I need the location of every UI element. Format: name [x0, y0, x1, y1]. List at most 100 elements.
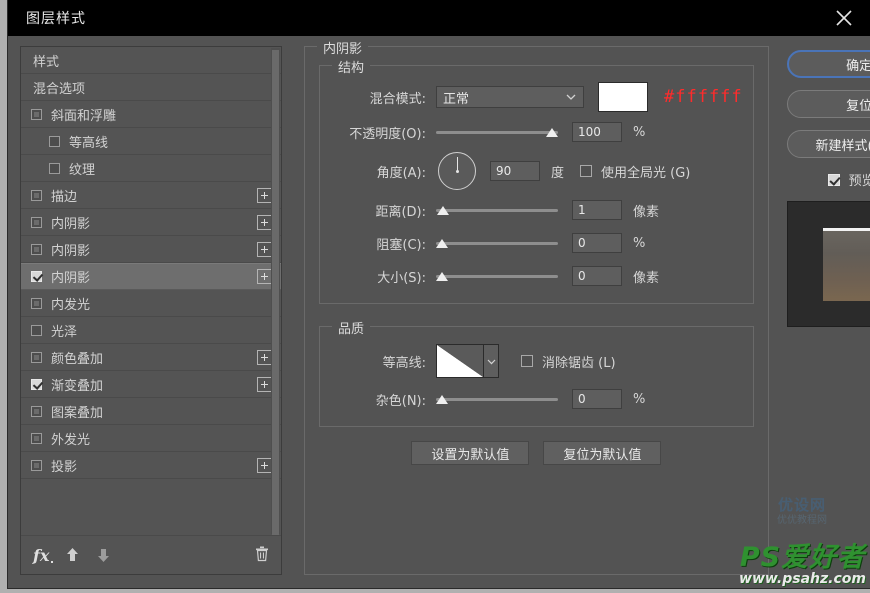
- contour-row: 等高线: 消除锯齿 (L): [330, 343, 743, 379]
- angle-row: 角度(A): 90 度 使用全局光 (G): [330, 152, 743, 190]
- slider-knob[interactable]: [436, 272, 448, 281]
- sidebar-item-color-overlay[interactable]: 颜色叠加: [21, 344, 281, 371]
- style-list-scrollbar[interactable]: [271, 48, 280, 535]
- anti-alias-checkbox[interactable]: [521, 355, 533, 367]
- reset-button[interactable]: 复位: [786, 90, 870, 118]
- angle-label: 角度(A):: [376, 165, 426, 181]
- use-global-light-checkbox[interactable]: [580, 165, 593, 177]
- set-default-button[interactable]: 设置为默认值: [411, 441, 530, 465]
- opacity-input[interactable]: 100: [572, 122, 622, 142]
- slider-track: [436, 131, 558, 134]
- contour-dropdown-toggle[interactable]: [484, 344, 499, 378]
- ok-button[interactable]: 确定: [786, 50, 870, 78]
- trash-icon[interactable]: [255, 546, 269, 565]
- style-list-scroll: 样式 混合选项 斜面和浮雕 等高线 纹理 描边 内阴影 内阴影 内阴影 内发光 …: [21, 47, 281, 535]
- sidebar-item-stroke[interactable]: 描边: [21, 182, 281, 209]
- sidebar-item-texture[interactable]: 纹理: [21, 155, 281, 182]
- choke-input[interactable]: 0: [572, 233, 622, 253]
- effect-checkbox[interactable]: [31, 324, 42, 336]
- new-style-button[interactable]: 新建样式(W)...: [786, 130, 870, 158]
- effect-checkbox[interactable]: [31, 271, 42, 282]
- angle-hub: [456, 170, 459, 173]
- sidebar-item-styles[interactable]: 样式: [21, 47, 281, 74]
- sidebar-item-inner-shadow-3-selected[interactable]: 内阴影: [21, 263, 281, 290]
- add-effect-icon[interactable]: [257, 187, 272, 203]
- style-list-item-label: 内阴影: [51, 243, 91, 259]
- add-effect-icon[interactable]: [257, 457, 272, 473]
- effect-checkbox[interactable]: [31, 432, 42, 444]
- sidebar-item-satin[interactable]: 光泽: [21, 317, 281, 344]
- effect-checkbox[interactable]: [31, 297, 42, 309]
- effect-checkbox[interactable]: [31, 243, 42, 255]
- effect-checkbox[interactable]: [31, 405, 42, 417]
- style-list-item-label: 图案叠加: [51, 405, 104, 421]
- screen-root: 图层样式 样式 混合选项 斜面和浮雕 等高线 纹理 描边 内阴影 内阴影 内阴影…: [0, 0, 870, 593]
- contour-preview[interactable]: [436, 344, 484, 378]
- inner-shadow-panel: 内阴影 结构 混合模式: 正常 #ffffff 不透明度(O): 100 % 角…: [304, 38, 769, 575]
- angle-dial[interactable]: [438, 152, 476, 190]
- distance-slider[interactable]: [436, 202, 558, 218]
- preview-checkbox[interactable]: [827, 173, 840, 186]
- style-list-item-label: 渐变叠加: [51, 378, 104, 394]
- add-effect-icon[interactable]: [257, 241, 272, 257]
- sidebar-item-contour[interactable]: 等高线: [21, 128, 281, 155]
- reset-default-button[interactable]: 复位为默认值: [543, 441, 662, 465]
- size-slider[interactable]: [436, 268, 558, 284]
- preview-label: 预览(V): [848, 174, 870, 189]
- style-list-item-label: 投影: [51, 459, 78, 475]
- sidebar-item-inner-shadow-1[interactable]: 内阴影: [21, 209, 281, 236]
- size-row: 大小(S): 0 像素: [330, 263, 743, 289]
- sidebar-item-inner-glow[interactable]: 内发光: [21, 290, 281, 317]
- sidebar-item-inner-shadow-2[interactable]: 内阴影: [21, 236, 281, 263]
- slider-knob[interactable]: [436, 395, 448, 404]
- effect-checkbox[interactable]: [31, 378, 42, 390]
- slider-knob[interactable]: [546, 128, 558, 137]
- blend-mode-row: 混合模式: 正常 #ffffff: [330, 82, 743, 112]
- size-input[interactable]: 0: [572, 266, 622, 286]
- effect-checkbox[interactable]: [49, 162, 60, 174]
- options-column: 内阴影 结构 混合模式: 正常 #ffffff 不透明度(O): 100 % 角…: [304, 38, 769, 576]
- preview-toggle[interactable]: 预览(V): [787, 170, 870, 189]
- sidebar-item-outer-glow[interactable]: 外发光: [21, 425, 281, 452]
- style-list-item-label: 混合选项: [33, 81, 86, 97]
- choke-slider[interactable]: [436, 235, 558, 251]
- sidebar-item-bevel-emboss[interactable]: 斜面和浮雕: [21, 101, 281, 128]
- add-effect-icon[interactable]: [257, 269, 272, 284]
- blend-mode-select[interactable]: 正常: [436, 86, 584, 108]
- slider-knob[interactable]: [436, 239, 448, 248]
- add-effect-icon[interactable]: [257, 214, 272, 230]
- effect-checkbox[interactable]: [31, 459, 42, 471]
- add-effect-icon[interactable]: [257, 349, 272, 365]
- sidebar-item-gradient-overlay[interactable]: 渐变叠加: [21, 371, 281, 398]
- slider-track: [436, 275, 558, 278]
- opacity-slider[interactable]: [436, 124, 558, 140]
- effect-checkbox[interactable]: [49, 135, 60, 147]
- quality-section: 品质 等高线: 消除锯齿 (L) 杂色(N): 0 %: [319, 318, 754, 427]
- effect-checkbox[interactable]: [31, 216, 42, 228]
- effect-checkbox[interactable]: [31, 189, 42, 201]
- arrow-up-icon[interactable]: [65, 547, 80, 563]
- effect-checkbox[interactable]: [31, 351, 42, 363]
- shadow-color-swatch[interactable]: [598, 82, 648, 112]
- noise-label: 杂色(N):: [375, 393, 426, 409]
- close-icon[interactable]: [818, 0, 870, 36]
- panel-title: 内阴影: [317, 38, 369, 57]
- slider-knob[interactable]: [437, 206, 449, 215]
- scrollbar-thumb[interactable]: [272, 50, 279, 535]
- angle-input[interactable]: 90: [490, 161, 540, 181]
- sidebar-item-blending-options[interactable]: 混合选项: [21, 74, 281, 101]
- layer-style-dialog: 图层样式 样式 混合选项 斜面和浮雕 等高线 纹理 描边 内阴影 内阴影 内阴影…: [8, 0, 870, 588]
- noise-input[interactable]: 0: [572, 389, 622, 409]
- style-list-column: 样式 混合选项 斜面和浮雕 等高线 纹理 描边 内阴影 内阴影 内阴影 内发光 …: [20, 46, 282, 576]
- size-label: 大小(S):: [377, 270, 426, 286]
- arrow-down-icon[interactable]: [96, 547, 111, 563]
- noise-slider[interactable]: [436, 391, 558, 407]
- distance-input[interactable]: 1: [572, 200, 622, 220]
- use-global-light-label: 使用全局光 (G): [601, 165, 691, 181]
- effect-checkbox[interactable]: [31, 108, 42, 120]
- sidebar-item-drop-shadow[interactable]: 投影: [21, 452, 281, 479]
- fx-icon[interactable]: fx: [33, 546, 54, 565]
- opacity-label: 不透明度(O):: [349, 126, 426, 142]
- add-effect-icon[interactable]: [257, 376, 272, 392]
- sidebar-item-pattern-overlay[interactable]: 图案叠加: [21, 398, 281, 425]
